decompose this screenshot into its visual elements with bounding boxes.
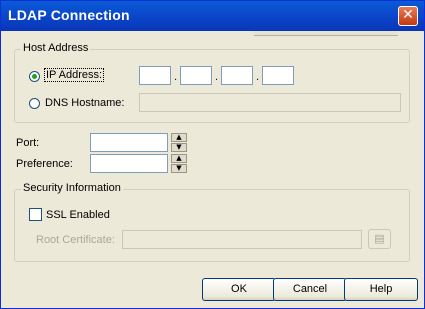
- ip-octet-3[interactable]: [221, 66, 253, 85]
- ip-octet-2[interactable]: [180, 66, 212, 85]
- ldap-connection-dialog: LDAP Connection ✕ Host Address IP Addres…: [0, 0, 425, 309]
- down-arrow-icon[interactable]: ▼: [171, 164, 187, 173]
- security-information-title: Security Information: [21, 182, 123, 194]
- ip-dot-3: .: [256, 72, 260, 83]
- dialog-body: Host Address IP Address: . . . DNS Hostn…: [4, 31, 421, 306]
- host-address-title: Host Address: [21, 42, 91, 54]
- close-button[interactable]: ✕: [398, 6, 418, 26]
- file-browse-icon: ▤: [374, 232, 385, 245]
- ok-button[interactable]: OK: [202, 278, 276, 301]
- window-title: LDAP Connection: [8, 7, 130, 23]
- root-certificate-field[interactable]: [122, 230, 362, 249]
- ip-octet-1[interactable]: [139, 66, 171, 85]
- cancel-button[interactable]: Cancel: [273, 278, 347, 301]
- down-arrow-icon[interactable]: ▼: [171, 143, 187, 152]
- ssl-enabled-checkbox[interactable]: [29, 208, 42, 221]
- browse-button[interactable]: ▤: [368, 229, 391, 249]
- ip-address-label[interactable]: IP Address:: [43, 68, 105, 82]
- ip-address-radio[interactable]: [29, 71, 40, 82]
- dns-hostname-field[interactable]: [139, 93, 401, 112]
- dns-hostname-radio[interactable]: [29, 98, 40, 109]
- preference-input[interactable]: [90, 154, 168, 173]
- port-spinner[interactable]: ▲ ▼: [171, 133, 187, 152]
- preference-spinner[interactable]: ▲ ▼: [171, 154, 187, 173]
- close-icon: ✕: [402, 7, 414, 23]
- security-information-group: Security Information: [14, 182, 410, 262]
- preference-label: Preference:: [16, 158, 73, 170]
- port-input[interactable]: [90, 133, 168, 152]
- dns-hostname-label[interactable]: DNS Hostname:: [45, 97, 124, 109]
- root-certificate-label: Root Certificate:: [36, 234, 115, 246]
- ip-dot-2: .: [215, 72, 219, 83]
- title-bar[interactable]: LDAP Connection ✕: [1, 1, 424, 31]
- port-label: Port:: [16, 137, 40, 149]
- up-arrow-icon[interactable]: ▲: [171, 133, 187, 142]
- ip-octet-4[interactable]: [262, 66, 294, 85]
- ip-dot-1: .: [174, 72, 178, 83]
- tab-strip-remnant: [254, 31, 398, 36]
- up-arrow-icon[interactable]: ▲: [171, 154, 187, 163]
- ssl-enabled-label[interactable]: SSL Enabled: [46, 209, 110, 221]
- help-button[interactable]: Help: [344, 278, 418, 301]
